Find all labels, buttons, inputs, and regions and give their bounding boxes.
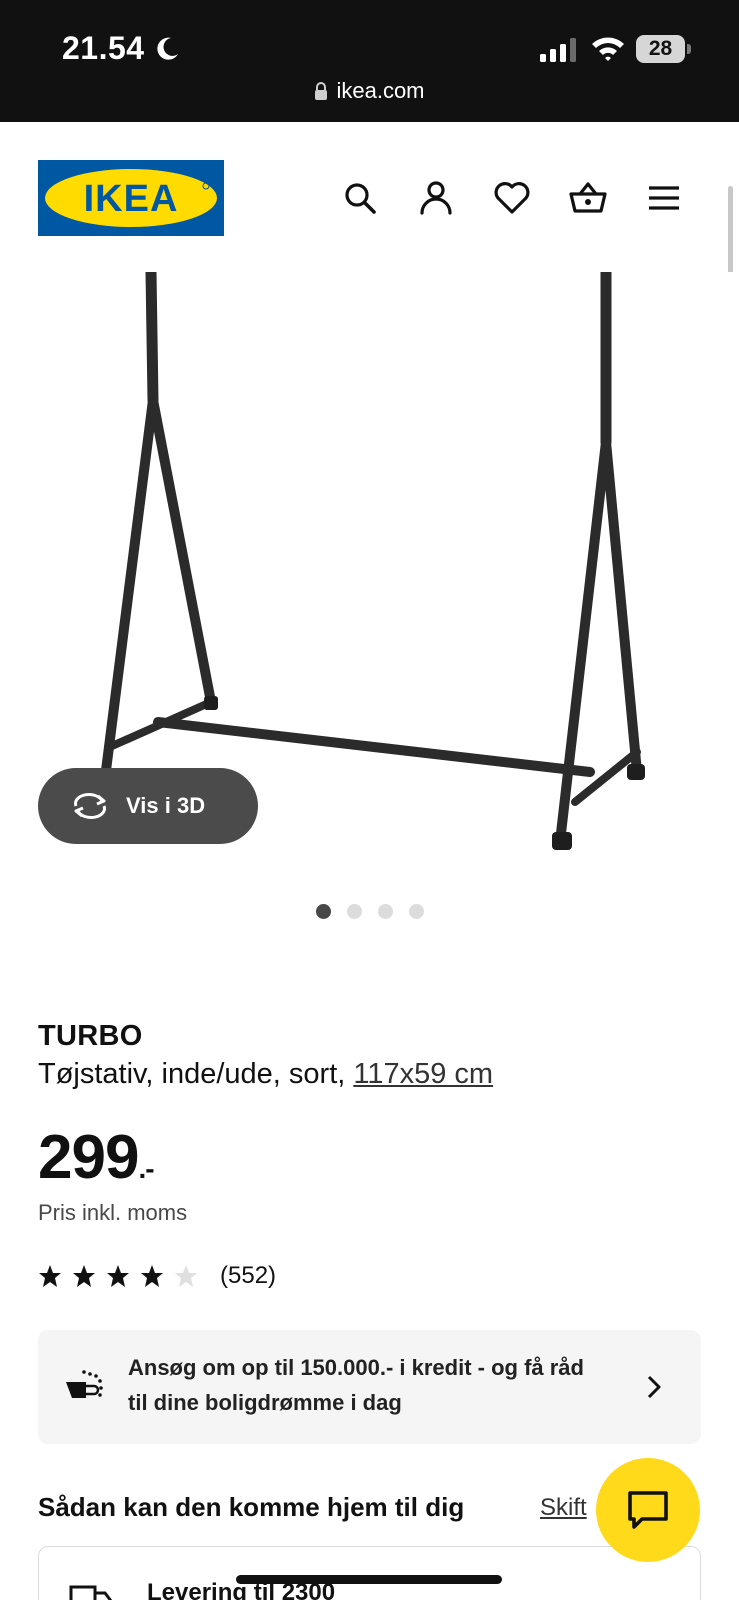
battery-indicator: 28 xyxy=(636,35,692,63)
star-filled-icon xyxy=(39,1265,61,1287)
product-description-text: Tøjstativ, inde/ude, sort, xyxy=(38,1058,354,1090)
gallery-pagination xyxy=(316,904,424,919)
delivery-option-card[interactable]: Levering til 2300 xyxy=(38,1546,701,1600)
rotate-3d-icon xyxy=(73,792,107,820)
chat-button[interactable] xyxy=(596,1458,700,1562)
search-icon[interactable] xyxy=(340,178,380,218)
heart-icon[interactable] xyxy=(492,178,532,218)
star-filled-icon xyxy=(73,1265,95,1287)
ikea-logo[interactable]: IKEA xyxy=(38,160,224,236)
view-3d-button[interactable]: Vis i 3D xyxy=(38,768,258,844)
gallery-dot-1[interactable] xyxy=(316,904,331,919)
home-indicator[interactable] xyxy=(236,1575,502,1584)
svg-text:IKEA: IKEA xyxy=(84,178,179,220)
product-price: 299.- xyxy=(38,1122,155,1193)
review-count: (552) xyxy=(220,1262,277,1289)
battery-tip xyxy=(687,44,691,54)
product-size-link[interactable]: 117x59 cm xyxy=(353,1058,493,1090)
star-filled-icon xyxy=(141,1265,163,1287)
account-icon[interactable] xyxy=(416,178,456,218)
credit-banner[interactable]: Ansøg om op til 150.000.- i kredit - og … xyxy=(38,1330,701,1444)
product-rating[interactable]: (552) xyxy=(38,1262,276,1290)
wifi-icon xyxy=(592,37,624,61)
star-filled-icon xyxy=(107,1265,129,1287)
truck-icon xyxy=(69,1585,113,1600)
price-note: Pris inkl. moms xyxy=(38,1200,188,1225)
url-bar[interactable]: ikea.com xyxy=(0,78,739,104)
credit-card-icon xyxy=(66,1370,103,1398)
cellular-signal-icon xyxy=(540,38,576,62)
product-description: Tøjstativ, inde/ude, sort, 117x59 cm xyxy=(38,1058,493,1091)
gallery-dot-3[interactable] xyxy=(378,904,393,919)
moon-icon xyxy=(157,37,178,60)
star-empty-icon xyxy=(175,1265,197,1287)
chevron-right-icon xyxy=(647,1375,661,1399)
url-text: ikea.com xyxy=(336,78,425,103)
delivery-heading: Sådan kan den komme hjem til dig xyxy=(38,1492,465,1522)
chat-icon xyxy=(628,1491,668,1529)
product-name: TURBO xyxy=(38,1020,143,1052)
lock-icon xyxy=(315,82,328,100)
view-3d-label: Vis i 3D xyxy=(126,793,206,818)
gallery-dot-4[interactable] xyxy=(409,904,424,919)
change-location-link[interactable]: Skift xyxy=(540,1494,587,1522)
status-time: 21.54 xyxy=(62,30,145,66)
battery-level: 28 xyxy=(636,35,685,63)
basket-icon[interactable] xyxy=(568,178,608,218)
credit-banner-text: Ansøg om op til 150.000.- i kredit - og … xyxy=(128,1355,584,1415)
price-value: 299 xyxy=(38,1123,139,1192)
price-suffix: .- xyxy=(138,1153,154,1184)
status-bar: 21.54 28 ikea.com xyxy=(0,0,739,122)
gallery-dot-2[interactable] xyxy=(347,904,362,919)
menu-icon[interactable] xyxy=(644,178,684,218)
